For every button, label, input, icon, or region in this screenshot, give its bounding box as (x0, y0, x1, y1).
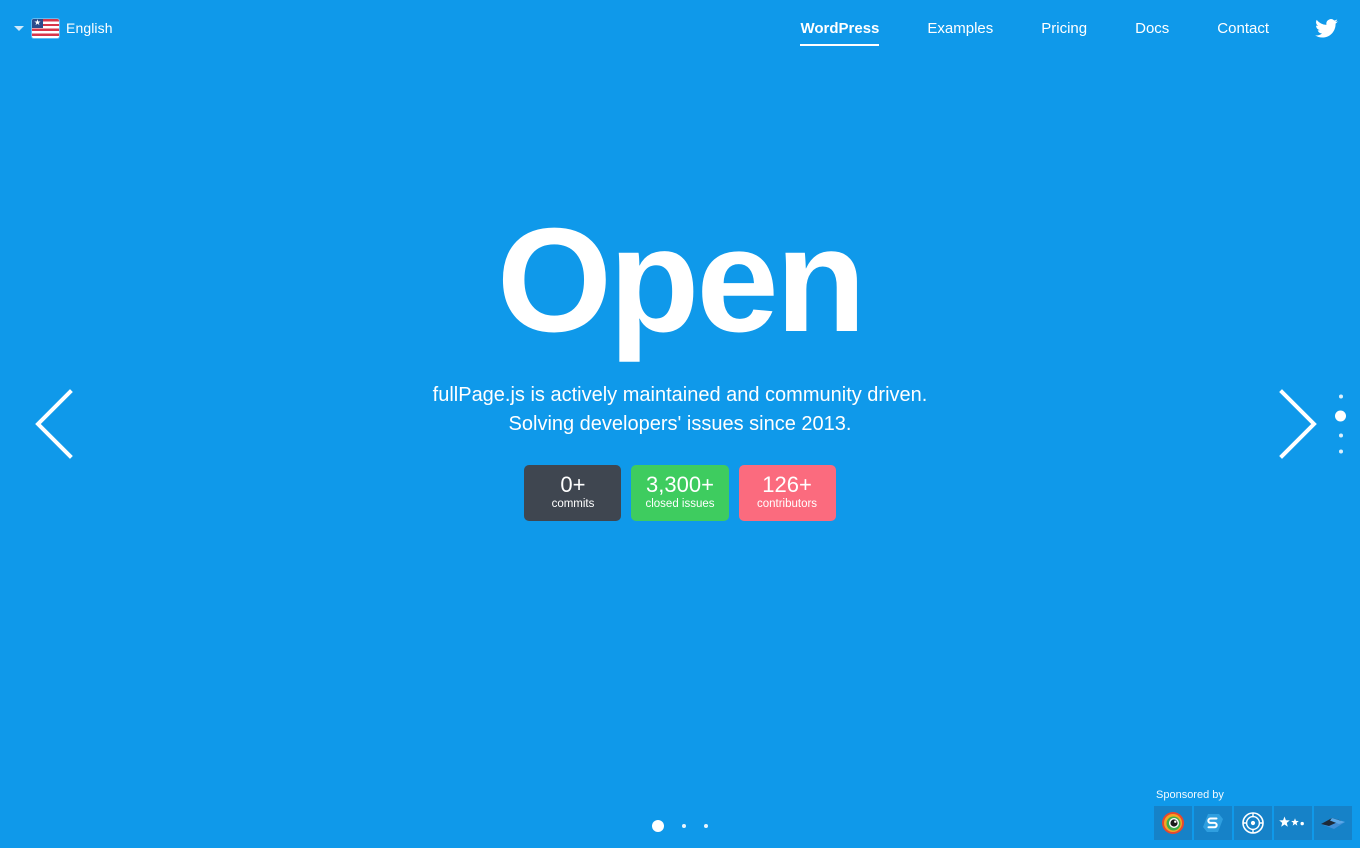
section-dot-nav (1335, 394, 1346, 454)
stat-badge-commits[interactable]: 0+ commits (524, 464, 622, 522)
hexagon-s-logo-icon[interactable] (1194, 806, 1232, 840)
stat-badge-closed-issues[interactable]: 3,300+ closed issues (631, 464, 729, 522)
nav-item-examples[interactable]: Examples (927, 16, 993, 41)
slide-dot-active[interactable] (652, 820, 664, 832)
chevron-left-icon[interactable] (30, 388, 76, 460)
nav-item-pricing[interactable]: Pricing (1041, 16, 1087, 41)
nav-item-docs[interactable]: Docs (1135, 16, 1169, 41)
main-nav: WordPress Examples Pricing Docs Contact (776, 16, 1342, 46)
nav-item-wordpress[interactable]: WordPress (800, 16, 879, 46)
eye-spiral-logo-icon[interactable] (1154, 806, 1192, 840)
section-dot-active[interactable] (1335, 410, 1346, 422)
hero-slide: Open fullPage.js is actively maintained … (0, 0, 1360, 848)
hero-subtitle: fullPage.js is actively maintained and c… (433, 381, 928, 439)
stat-badge-value: 3,300+ (646, 471, 714, 497)
section-dot[interactable] (1338, 394, 1343, 399)
arrow-diamond-logo-icon[interactable] (1314, 806, 1352, 840)
nav-item-contact[interactable]: Contact (1217, 16, 1269, 41)
stars-logo-icon[interactable] (1274, 806, 1312, 840)
stat-badge-contributors[interactable]: 126+ contributors (738, 464, 836, 522)
sponsors-label: Sponsored by (1156, 789, 1224, 801)
page-title: Open (496, 197, 866, 363)
stat-badge-label: commits (551, 498, 595, 511)
stat-badge-label: contributors (756, 498, 818, 511)
stat-badge-label: closed issues (645, 498, 715, 511)
sponsors-panel: Sponsored by (1154, 789, 1352, 840)
stat-badge-value: 0+ (560, 471, 586, 497)
flag-icon (32, 18, 59, 38)
language-selector[interactable]: English (14, 18, 113, 38)
slide-dot[interactable] (682, 824, 686, 828)
stars-glyphs (1279, 815, 1307, 831)
top-navigation-bar: English WordPress Examples Pricing Docs … (0, 0, 1360, 56)
section-dot[interactable] (1338, 433, 1343, 438)
slide-dot[interactable] (704, 824, 708, 828)
section-dot[interactable] (1338, 449, 1343, 454)
circle-target-logo-icon[interactable] (1234, 806, 1272, 840)
stat-badge-value: 126+ (762, 471, 812, 497)
sponsor-logo-row (1154, 806, 1352, 840)
chevron-right-icon[interactable] (1276, 388, 1322, 460)
chevron-down-icon (14, 25, 24, 31)
twitter-icon[interactable] (1315, 18, 1338, 38)
stat-badge-group: 0+ commits 3,300+ closed issues 126+ con… (524, 464, 836, 522)
slide-dot-nav (652, 820, 708, 832)
hero-subtitle-line-2: Solving developers' issues since 2013. (508, 412, 852, 435)
language-label: English (66, 20, 113, 36)
hero-subtitle-line-1: fullPage.js is actively maintained and c… (432, 383, 928, 406)
